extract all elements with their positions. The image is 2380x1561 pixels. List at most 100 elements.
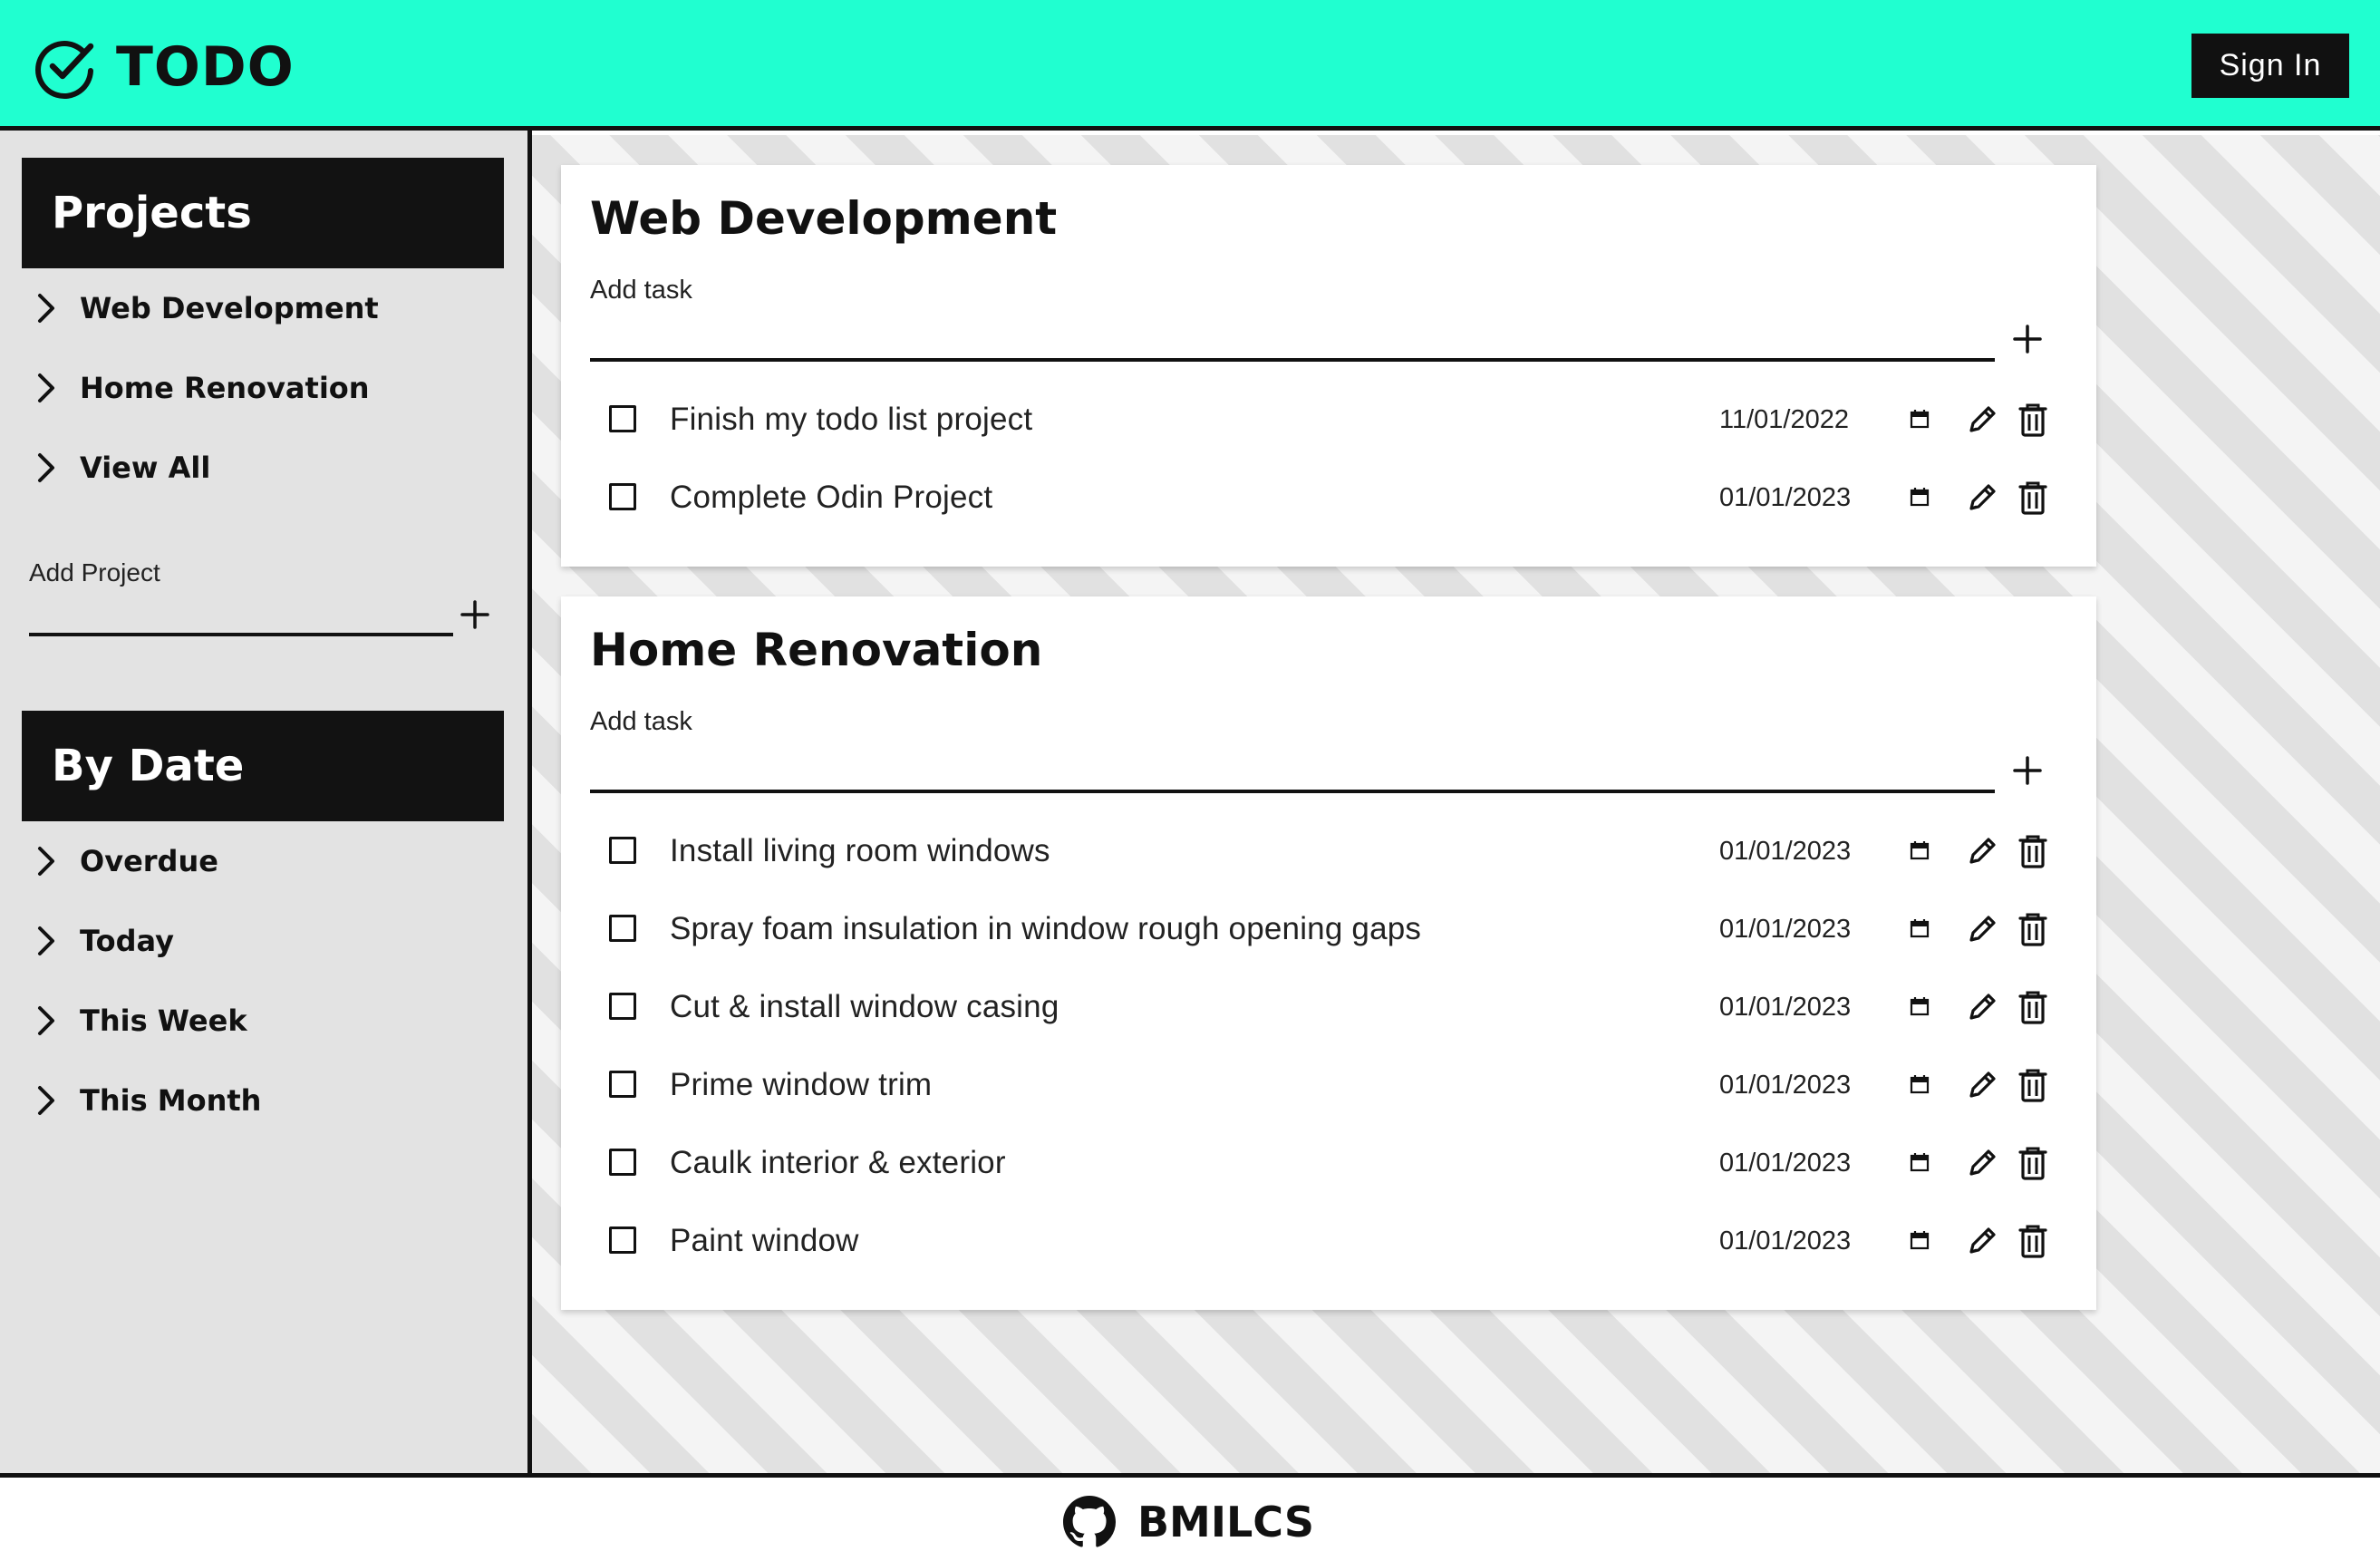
delete-task-button[interactable]: [2013, 1065, 2053, 1105]
delete-task-button[interactable]: [2013, 909, 2053, 949]
sidebar-item-today[interactable]: Today: [33, 914, 174, 968]
task-due-date: 01/01/2023: [1719, 1071, 1852, 1100]
sidebar-item-label: Overdue: [80, 844, 218, 878]
task-checkbox[interactable]: [609, 1226, 636, 1254]
plus-icon: [2013, 325, 2042, 354]
chevron-right-icon: [38, 1086, 54, 1115]
delete-task-button[interactable]: [2013, 1221, 2053, 1261]
trash-icon: [2017, 402, 2049, 438]
task-row: Finish my todo list project 11/01/2022: [561, 385, 2096, 463]
chevron-right-icon: [38, 1006, 54, 1035]
pencil-icon: [1964, 911, 2000, 947]
trash-icon: [2017, 1067, 2049, 1103]
task-checkbox[interactable]: [609, 405, 636, 432]
sidebar-item-label: View All: [80, 451, 211, 485]
edit-task-button[interactable]: [1962, 478, 2002, 518]
app-header: TODO Sign In: [0, 0, 2380, 131]
trash-icon: [2017, 833, 2049, 869]
task-row: Spray foam insulation in window rough op…: [561, 895, 2096, 973]
add-project-button[interactable]: [455, 595, 495, 635]
calendar-icon[interactable]: [1906, 405, 1933, 432]
edit-task-button[interactable]: [1962, 400, 2002, 440]
add-project-input[interactable]: [29, 584, 453, 636]
task-checkbox[interactable]: [609, 837, 636, 864]
chevron-right-icon: [38, 373, 54, 402]
calendar-icon[interactable]: [1906, 915, 1933, 942]
chevron-right-icon: [38, 847, 54, 876]
edit-task-button[interactable]: [1962, 1065, 2002, 1105]
github-icon: [1063, 1496, 1116, 1547]
task-text: Finish my todo list project: [670, 402, 1033, 437]
add-task-button[interactable]: [2008, 319, 2047, 359]
task-checkbox[interactable]: [609, 1071, 636, 1098]
calendar-icon[interactable]: [1906, 1071, 1933, 1098]
project-card-web-development: Web Development Add task Finish my todo …: [561, 165, 2096, 567]
task-row: Paint window 01/01/2023: [561, 1207, 2096, 1285]
trash-icon: [2017, 911, 2049, 947]
sidebar-item-label: Today: [80, 924, 174, 958]
calendar-icon[interactable]: [1906, 483, 1933, 510]
edit-task-button[interactable]: [1962, 831, 2002, 871]
task-text: Prime window trim: [670, 1067, 933, 1102]
project-card-home-renovation: Home Renovation Add task Install living …: [561, 596, 2096, 1310]
task-checkbox[interactable]: [609, 483, 636, 510]
add-task-input[interactable]: [590, 305, 1995, 362]
task-due-date: 01/01/2023: [1719, 483, 1852, 512]
calendar-icon[interactable]: [1906, 1149, 1933, 1176]
pencil-icon: [1964, 402, 2000, 438]
add-task-button[interactable]: [2008, 751, 2047, 790]
pencil-icon: [1964, 1223, 2000, 1259]
trash-icon: [2017, 989, 2049, 1025]
trash-icon: [2017, 1145, 2049, 1181]
sidebar-item-overdue[interactable]: Overdue: [33, 834, 218, 888]
calendar-icon[interactable]: [1906, 837, 1933, 864]
github-link[interactable]: BMILCS: [1063, 1496, 1314, 1548]
sidebar-item-home-renovation[interactable]: Home Renovation: [33, 361, 370, 415]
task-text: Complete Odin Project: [670, 480, 993, 515]
chevron-right-icon: [38, 453, 54, 482]
task-text: Paint window: [670, 1223, 859, 1258]
pencil-icon: [1964, 480, 2000, 516]
edit-task-button[interactable]: [1962, 1221, 2002, 1261]
task-due-date: 01/01/2023: [1719, 1149, 1852, 1178]
task-row: Install living room windows 01/01/2023: [561, 817, 2096, 895]
app-name: TODO: [116, 35, 295, 99]
calendar-icon[interactable]: [1906, 993, 1933, 1020]
pencil-icon: [1964, 833, 2000, 869]
sidebar-item-label: Home Renovation: [80, 371, 370, 405]
task-row: Complete Odin Project 01/01/2023: [561, 463, 2096, 541]
chevron-right-icon: [38, 294, 54, 323]
edit-task-button[interactable]: [1962, 987, 2002, 1027]
add-task-label: Add task: [590, 276, 692, 305]
sidebar-item-view-all[interactable]: View All: [33, 441, 210, 495]
delete-task-button[interactable]: [2013, 987, 2053, 1027]
add-task-input[interactable]: [590, 737, 1995, 793]
task-row: Cut & install window casing 01/01/2023: [561, 973, 2096, 1051]
sidebar-item-label: This Week: [80, 1004, 247, 1038]
sidebar: Projects Web Development Home Renovation…: [0, 131, 532, 1473]
projects-heading: Projects: [22, 158, 504, 268]
edit-task-button[interactable]: [1962, 1143, 2002, 1183]
check-circle-icon: [35, 41, 94, 100]
edit-task-button[interactable]: [1962, 909, 2002, 949]
task-checkbox[interactable]: [609, 1149, 636, 1176]
delete-task-button[interactable]: [2013, 1143, 2053, 1183]
sidebar-item-web-development[interactable]: Web Development: [33, 281, 379, 335]
footer-label: BMILCS: [1137, 1498, 1315, 1546]
sidebar-item-label: Web Development: [80, 291, 379, 325]
by-date-heading: By Date: [22, 711, 504, 821]
main-content: Web Development Add task Finish my todo …: [532, 135, 2380, 1473]
project-title: Web Development: [590, 192, 1058, 245]
delete-task-button[interactable]: [2013, 478, 2053, 518]
delete-task-button[interactable]: [2013, 400, 2053, 440]
task-checkbox[interactable]: [609, 993, 636, 1020]
sidebar-item-this-week[interactable]: This Week: [33, 994, 247, 1048]
task-checkbox[interactable]: [609, 915, 636, 942]
add-task-label: Add task: [590, 707, 692, 736]
sign-in-button[interactable]: Sign In: [2191, 34, 2349, 98]
sidebar-item-this-month[interactable]: This Month: [33, 1073, 261, 1128]
calendar-icon[interactable]: [1906, 1226, 1933, 1254]
task-due-date: 01/01/2023: [1719, 915, 1852, 944]
app-logo[interactable]: TODO: [33, 34, 295, 100]
delete-task-button[interactable]: [2013, 831, 2053, 871]
